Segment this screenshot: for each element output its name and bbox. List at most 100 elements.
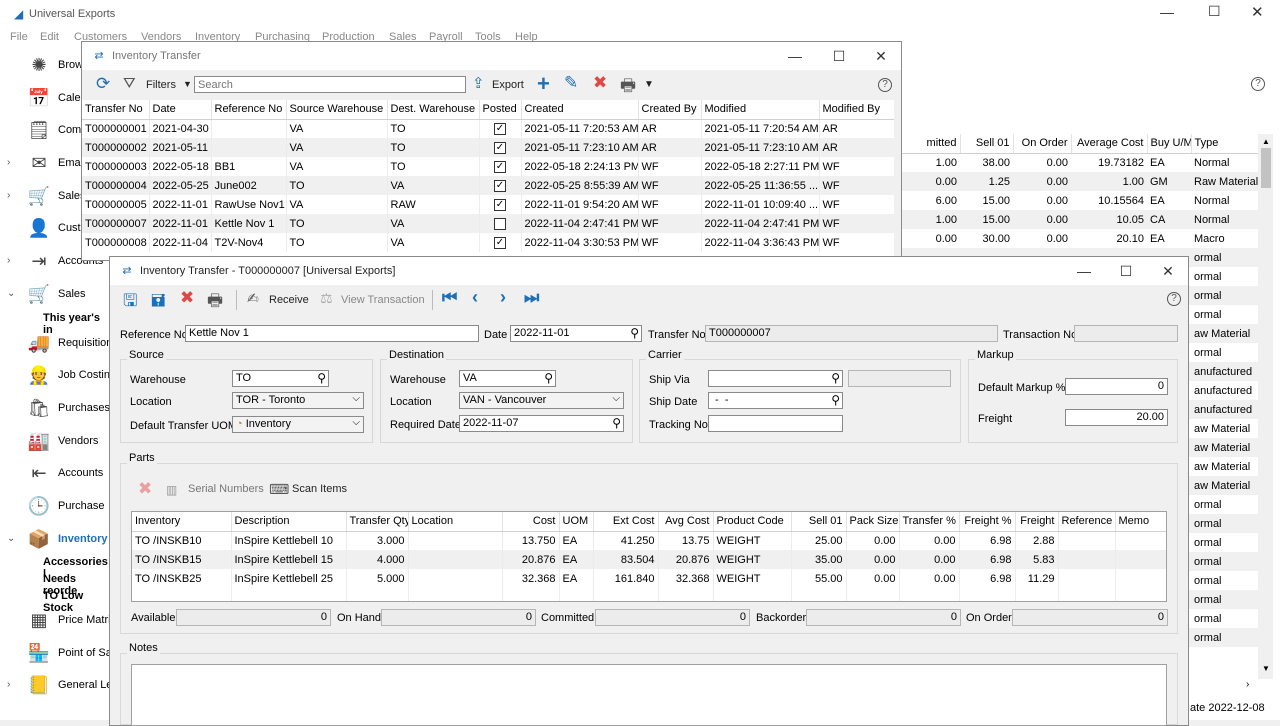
ship-date-input[interactable]: - - ⚲ [708, 392, 843, 409]
sidebar-item-email[interactable]: ✉ Email [26, 150, 85, 176]
parts-column-header[interactable]: Transfer % [899, 512, 960, 532]
sidebar-item-sales[interactable]: 🛒 Sales [26, 183, 86, 209]
sidebar-item-vendors[interactable]: 🏭 Vendors [26, 428, 99, 454]
parts-cell[interactable]: 161.840 [593, 569, 659, 588]
parts-cell[interactable]: TO /INSKB10 [132, 531, 232, 550]
posted-checkbox[interactable]: ✓ [494, 141, 506, 154]
parts-cell[interactable]: 35.00 [791, 550, 847, 569]
parts-cell[interactable]: 5.000 [346, 569, 409, 588]
parts-row[interactable]: TO /INSKB25 InSpire Kettlebell 25 5.000 32.… [132, 569, 1166, 588]
parts-cell[interactable]: EA [559, 569, 594, 588]
sidebar-item-purchases[interactable]: 🛍 Purchases [26, 395, 110, 421]
list-maximize-button[interactable]: ☐ [818, 42, 860, 70]
column-header-created-by[interactable]: Created By [638, 100, 702, 120]
table-row[interactable]: T000000008 2022-11-04 T2V-Nov4 TO VA ✓ 2022-11… [82, 233, 894, 252]
parts-cell[interactable]: InSpire Kettlebell 15 [231, 550, 347, 569]
save-icon[interactable]: 🖫 [123, 288, 137, 317]
serial-numbers-button[interactable]: Serial Numbers [188, 483, 264, 495]
parts-column-header[interactable]: Memo [1115, 512, 1166, 532]
search-icon[interactable]: ⚲ [630, 326, 639, 340]
sidebar-item-inventory[interactable]: 📦 Inventory [26, 526, 108, 552]
parts-cell[interactable]: 0.00 [899, 550, 960, 569]
bg-scrollbar[interactable]: ▲ ▼ [1258, 134, 1273, 679]
sidebar-expand-icon[interactable]: ⌄ [7, 533, 15, 544]
filters-dropdown-icon[interactable]: ▼ [183, 79, 192, 89]
parts-cell[interactable]: 41.250 [593, 531, 659, 550]
parts-cell[interactable]: 0.00 [846, 531, 900, 550]
bg-hscroll-arrow[interactable]: › [1246, 679, 1249, 690]
table-row[interactable]: T000000001 2021-04-30 VA TO ✓ 2021-05-11 7:20… [82, 119, 894, 138]
posted-checkbox[interactable]: ✓ [494, 160, 506, 173]
column-header-posted[interactable]: Posted [479, 100, 522, 120]
parts-column-header[interactable]: Avg Cost [658, 512, 714, 532]
parts-cell[interactable]: 32.368 [502, 569, 560, 588]
parts-cell[interactable]: WEIGHT [713, 531, 792, 550]
parts-column-header[interactable]: Freight [1015, 512, 1059, 532]
filters-button[interactable]: Filters [146, 79, 176, 91]
parts-cell[interactable]: 20.876 [502, 550, 560, 569]
view-transaction-button[interactable]: View Transaction [341, 294, 425, 306]
sidebar-item-purchase[interactable]: 🕒 Purchase [26, 493, 105, 519]
refresh-icon[interactable]: ⟳ [96, 74, 110, 94]
sidebar-expand-icon[interactable]: › [7, 679, 10, 690]
parts-cell[interactable]: 25.00 [791, 531, 847, 550]
bg-column-header[interactable]: Buy U/M [1147, 134, 1192, 154]
add-icon[interactable]: + [537, 71, 550, 97]
posted-checkbox[interactable] [494, 217, 506, 230]
parts-cell[interactable] [408, 569, 503, 588]
source-location-select[interactable]: TOR - Toronto ⌵ [232, 392, 364, 409]
column-header-reference-no[interactable]: Reference No [211, 100, 287, 120]
parts-empty-row[interactable] [132, 588, 1166, 601]
sidebar-item-accounts[interactable]: ⇤ Accounts [26, 460, 103, 486]
parts-cell[interactable]: 13.75 [658, 531, 714, 550]
detail-help-icon[interactable]: ? [1167, 292, 1181, 306]
last-record-icon[interactable]: ⏭ [524, 288, 539, 308]
dest-warehouse-input[interactable]: VA ⚲ [459, 370, 556, 387]
bg-table-row[interactable]: 0.00 1.25 0.00 1.00 GM Raw Material [900, 172, 1258, 191]
required-date-input[interactable]: 2022-11-07 ⚲ [459, 415, 624, 432]
column-header-modified[interactable]: Modified [701, 100, 820, 120]
parts-cell[interactable]: EA [559, 531, 594, 550]
parts-cell[interactable]: 6.98 [959, 569, 1016, 588]
search-icon[interactable]: ⚲ [544, 371, 553, 385]
bg-column-header[interactable]: Sell 01 [960, 134, 1014, 154]
parts-cell[interactable]: 20.876 [658, 550, 714, 569]
sidebar-expand-icon[interactable]: › [7, 190, 10, 201]
delete-icon[interactable]: ✖ [180, 288, 194, 308]
parts-cell[interactable]: 11.29 [1015, 569, 1059, 588]
parts-cell[interactable] [408, 550, 503, 569]
parts-cell[interactable]: WEIGHT [713, 550, 792, 569]
parts-cell[interactable] [1058, 550, 1116, 569]
column-header-dest-warehouse[interactable]: Dest. Warehouse [387, 100, 480, 120]
freight-input[interactable]: 20.00 [1065, 409, 1168, 426]
bg-column-header[interactable]: On Order [1013, 134, 1072, 154]
table-row[interactable]: T000000007 2022-11-01 Kettle Nov 1 TO VA 2022… [82, 214, 894, 233]
posted-checkbox[interactable]: ✓ [494, 198, 506, 211]
edit-icon[interactable]: ✎ [564, 73, 578, 93]
parts-cell[interactable]: 13.750 [502, 531, 560, 550]
sidebar-expand-icon[interactable]: ⌄ [7, 288, 15, 299]
export-button[interactable]: Export [492, 79, 524, 91]
ship-via-input[interactable]: ⚲ [708, 370, 843, 387]
posted-checkbox[interactable]: ✓ [494, 179, 506, 192]
delete-icon[interactable]: ✖ [593, 73, 607, 93]
sidebar-item-sales[interactable]: 🛒 Sales [26, 281, 86, 307]
parts-column-header[interactable]: Location [408, 512, 503, 532]
search-icon[interactable]: ⚲ [612, 416, 621, 430]
parts-row[interactable]: TO /INSKB10 InSpire Kettlebell 10 3.000 13.… [132, 531, 1166, 550]
main-minimize-button[interactable]: — [1160, 4, 1174, 20]
scan-items-button[interactable]: Scan Items [292, 483, 347, 495]
parts-row[interactable]: TO /INSKB15 InSpire Kettlebell 15 4.000 20.… [132, 550, 1166, 569]
main-help-icon[interactable]: ? [1251, 77, 1265, 91]
print-icon[interactable]: 🖶 [620, 73, 636, 102]
sidebar-item-point-of-sale[interactable]: 🏪 Point of Sale [26, 640, 121, 666]
remove-part-icon[interactable]: ✖ [138, 479, 152, 499]
column-header-created[interactable]: Created [521, 100, 639, 120]
parts-column-header[interactable]: Ext Cost [593, 512, 659, 532]
table-row[interactable]: T000000003 2022-05-18 BB1 VA TO ✓ 2022-05-18 2… [82, 157, 894, 176]
export-icon[interactable]: ⇪ [472, 74, 485, 92]
parts-column-header[interactable]: Description [231, 512, 347, 532]
sidebar-subitem[interactable]: TO Low Stock [43, 590, 110, 614]
print-icon[interactable]: 🖶 [207, 288, 223, 317]
parts-cell[interactable]: 55.00 [791, 569, 847, 588]
